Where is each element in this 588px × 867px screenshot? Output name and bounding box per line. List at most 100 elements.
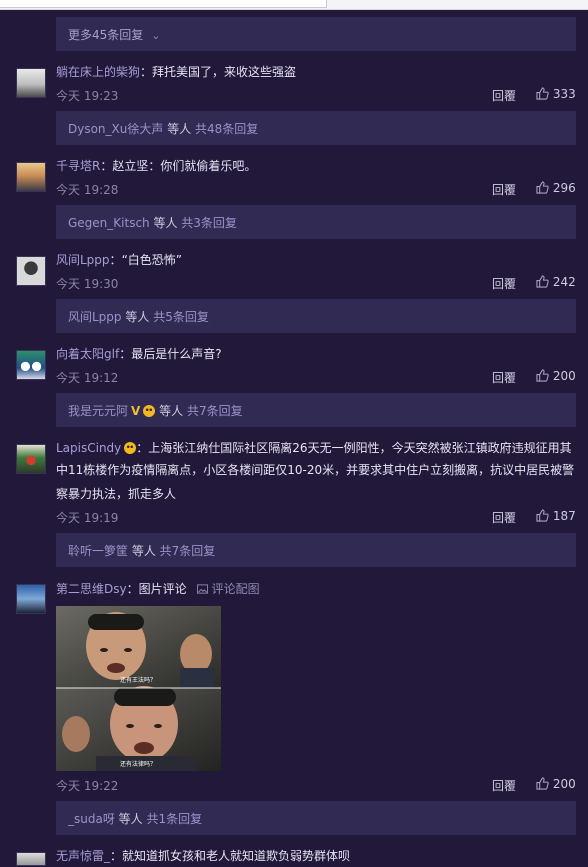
comment-time: 今天 19:19	[56, 511, 119, 525]
emoji-icon	[143, 405, 156, 417]
reply-count[interactable]: 共1条回复	[146, 812, 202, 826]
reply-summary[interactable]: Dyson_Xu徐大声 等人 共48条回复	[68, 120, 258, 137]
comment-body: 就知道抓女孩和老人就知道欺负弱势群体呗	[122, 849, 351, 863]
reply-users[interactable]: 风间Lppp	[68, 310, 122, 324]
like-button[interactable]: 200	[536, 369, 578, 383]
reply-summary[interactable]: _suda呀 等人 共1条回复	[68, 810, 202, 827]
like-button[interactable]: 242	[536, 275, 578, 289]
reply-summary-box[interactable]: 聆听一箩筐 等人 共7条回复	[56, 533, 576, 567]
comment-time: 今天 19:23	[56, 89, 119, 103]
reply-users[interactable]: _suda呀	[68, 812, 115, 826]
avatar[interactable]	[16, 68, 46, 98]
comment-username[interactable]: 无声惊雷_	[56, 849, 110, 863]
avatar[interactable]	[16, 350, 46, 380]
comment-text: LapisCindy ：上海张江纳仕国际社区隔离26天无一例阳性，今天突然被张江镇…	[56, 441, 572, 455]
comment-time: 今天 19:28	[56, 183, 119, 197]
comment-body: 上海张江纳仕国际社区隔离26天无一例阳性，今天突然被张江镇政府违规征用其	[148, 441, 572, 455]
reply-users[interactable]: 我是元元阿	[68, 404, 128, 418]
reply-users[interactable]: 聆听一箩筐	[68, 544, 128, 558]
reply-button[interactable]: 回覆	[492, 369, 516, 386]
comment-image[interactable]: 还有王法吗？ 还有法律吗？	[56, 606, 221, 771]
comment-time: 今天 19:12	[56, 371, 119, 385]
meme-image: 还有王法吗？ 还有法律吗？	[56, 606, 221, 771]
picture-comment-button[interactable]: 评论配图	[196, 582, 260, 596]
reply-count[interactable]: 共5条回复	[153, 310, 209, 324]
reply-summary-box[interactable]: Gegen_Kitsch 等人 共3条回复	[56, 205, 576, 239]
comment-body: 赵立坚：你们就偷着乐吧。	[112, 159, 257, 173]
reply-count[interactable]: 共7条回复	[160, 544, 216, 558]
like-button[interactable]: 333	[536, 87, 578, 101]
more-replies-box[interactable]: 更多45条回复 ⌄	[56, 17, 576, 51]
comment-username[interactable]: 向着太阳glf	[56, 347, 119, 361]
reply-mid: 等人	[121, 310, 154, 324]
reply-summary[interactable]: 聆听一箩筐 等人 共7条回复	[68, 542, 215, 559]
thumbs-up-icon	[536, 369, 549, 382]
reply-count[interactable]: 共48条回复	[195, 122, 258, 136]
avatar[interactable]	[16, 444, 46, 474]
reply-button[interactable]: 回覆	[492, 275, 516, 292]
comment-body: “白色恐怖”	[121, 253, 182, 267]
chevron-down-icon: ⌄	[151, 29, 161, 42]
reply-button[interactable]: 回覆	[492, 181, 516, 198]
reply-summary-box[interactable]: 风间Lppp 等人 共5条回复	[56, 299, 576, 333]
reply-mid: 等人	[128, 544, 160, 558]
avatar[interactable]	[16, 162, 46, 192]
like-count: 200	[552, 369, 576, 383]
comment-meta: 今天 19:30 回覆 242	[56, 275, 576, 291]
reply-users[interactable]: Dyson_Xu徐大声	[68, 122, 163, 136]
reply-summary-box[interactable]: Dyson_Xu徐大声 等人 共48条回复	[56, 111, 576, 145]
reply-count[interactable]: 共7条回复	[187, 404, 243, 418]
comment-text: 躺在床上的柴狗：拜托美国了，来收这些强盗	[56, 65, 297, 79]
thumbs-up-icon	[536, 777, 549, 790]
avatar[interactable]	[16, 584, 46, 614]
reply-button[interactable]: 回覆	[492, 509, 516, 526]
comment-body: 图片评论	[138, 582, 187, 596]
comment-username[interactable]: 躺在床上的柴狗	[56, 65, 140, 79]
verified-v-icon: V	[131, 404, 141, 418]
thumbs-up-icon	[536, 181, 549, 194]
comment-body: 最后是什么声音?	[131, 347, 222, 361]
reply-summary[interactable]: 我是元元阿 V 等人 共7条回复	[68, 402, 243, 419]
reply-button[interactable]: 回覆	[492, 777, 516, 794]
reply-users[interactable]: Gegen_Kitsch	[68, 216, 150, 230]
comment-username[interactable]: 风间Lppp	[56, 253, 110, 267]
picture-comment-label: 评论配图	[211, 582, 260, 596]
comment-username[interactable]: 第二思维Dsy	[56, 582, 127, 596]
like-button[interactable]: 187	[536, 509, 578, 523]
comment-meta: 今天 19:19 回覆 187	[56, 509, 576, 525]
reply-summary-box[interactable]: 我是元元阿 V 等人 共7条回复	[56, 393, 576, 427]
comment-text: 风间Lppp：“白色恐怖”	[56, 253, 182, 267]
reply-count[interactable]: 共3条回复	[181, 216, 237, 230]
comment-username[interactable]: 千寻塔R	[56, 159, 100, 173]
like-count: 200	[552, 777, 576, 791]
reply-summary[interactable]: 风间Lppp 等人 共5条回复	[68, 308, 209, 325]
avatar[interactable]	[16, 256, 46, 286]
like-count: 333	[552, 87, 576, 101]
more-replies-link[interactable]: 更多45条回复 ⌄	[68, 26, 161, 43]
comment-body: 拜托美国了，来收这些强盗	[152, 65, 297, 79]
address-field[interactable]	[0, 0, 327, 8]
comment-meta: 今天 19:12 回覆 200	[56, 369, 576, 385]
image-caption-top: 还有王法吗？	[120, 676, 156, 684]
comment-text: 向着太阳glf：最后是什么声音?	[56, 347, 222, 361]
comment-text-line: 中11栋楼作为疫情隔离点，小区各楼间距仅10-20米，并要求其中住户立刻搬离，抗…	[56, 463, 575, 477]
comment-meta: 今天 19:22 回覆 200	[56, 777, 576, 793]
thumbs-up-icon	[536, 275, 549, 288]
comment-meta: 今天 19:28 回覆 296	[56, 181, 576, 197]
like-button[interactable]: 200	[536, 777, 578, 791]
avatar[interactable]	[16, 852, 46, 866]
like-button[interactable]: 296	[536, 181, 578, 195]
reply-summary-box[interactable]: _suda呀 等人 共1条回复	[56, 801, 576, 835]
comment-text: 千寻塔R：赵立坚：你们就偷着乐吧。	[56, 159, 257, 173]
reply-summary[interactable]: Gegen_Kitsch 等人 共3条回复	[68, 214, 237, 231]
emoji-icon	[124, 442, 137, 454]
like-count: 187	[552, 509, 576, 523]
comment-username[interactable]: LapisCindy	[56, 441, 121, 455]
thumbs-up-icon	[536, 509, 549, 522]
reply-mid: 等人	[163, 122, 196, 136]
reply-button[interactable]: 回覆	[492, 87, 516, 104]
comment-time: 今天 19:22	[56, 779, 119, 793]
comment-text-line: 察暴力执法，抓走多人	[56, 487, 177, 501]
comment-meta: 今天 19:23 回覆 333	[56, 87, 576, 103]
image-caption-bottom: 还有法律吗？	[120, 760, 156, 768]
